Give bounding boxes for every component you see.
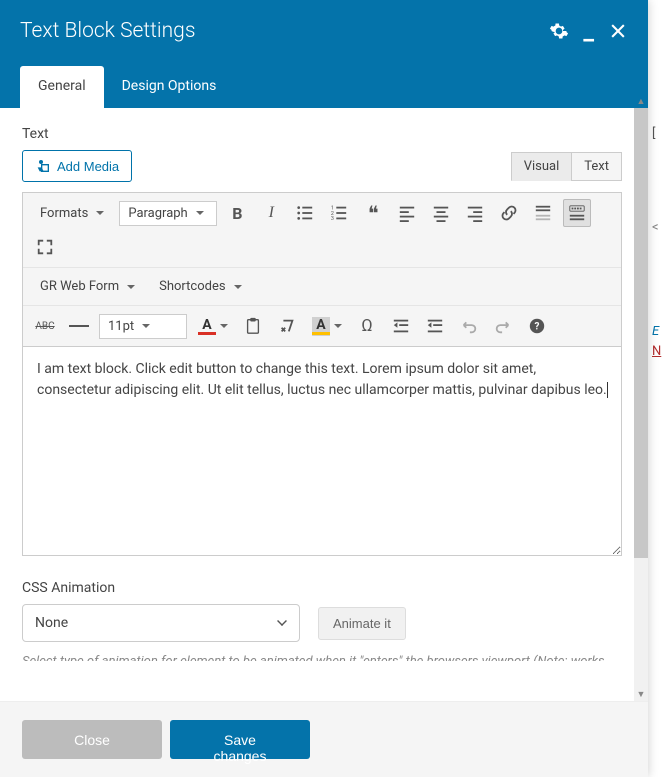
modal-header: Text Block Settings _	[0, 0, 648, 62]
link-button[interactable]	[495, 199, 523, 227]
indent-button[interactable]	[421, 312, 449, 340]
redo-button[interactable]	[489, 312, 517, 340]
add-media-button[interactable]: Add Media	[22, 150, 132, 182]
paragraph-dropdown[interactable]: Paragraph	[119, 201, 217, 226]
align-left-button[interactable]	[393, 199, 421, 227]
webform-dropdown[interactable]: GR Web Form	[31, 274, 144, 299]
shortcodes-dropdown[interactable]: Shortcodes	[150, 274, 250, 299]
fontsize-dropdown[interactable]: 11pt	[99, 314, 187, 339]
fullscreen-button[interactable]	[31, 233, 59, 261]
text-label: Text	[22, 126, 622, 142]
align-center-button[interactable]	[427, 199, 455, 227]
tab-general[interactable]: General	[20, 66, 104, 108]
special-char-button[interactable]: Ω	[353, 312, 381, 340]
formats-dropdown[interactable]: Formats	[31, 201, 113, 226]
editor-tab-visual[interactable]: Visual	[511, 152, 572, 181]
settings-modal: Text Block Settings _ General Design Opt…	[0, 0, 648, 777]
editor-mode-tabs: Visual Text	[511, 152, 622, 181]
undo-button[interactable]	[455, 312, 483, 340]
ordered-list-button[interactable]: 123	[325, 199, 353, 227]
bold-button[interactable]: B	[223, 199, 251, 227]
bullet-list-button[interactable]	[291, 199, 319, 227]
text-color-button[interactable]: A	[193, 312, 233, 340]
gear-icon[interactable]	[549, 21, 569, 41]
animate-it-button[interactable]: Animate it	[318, 607, 406, 640]
editor-tab-text[interactable]: Text	[571, 152, 622, 181]
clear-format-button[interactable]	[273, 312, 301, 340]
editor-toolbar: Formats Paragraph B I 123 ❝ GR Web Form …	[22, 192, 622, 346]
help-button[interactable]: ?	[523, 312, 551, 340]
save-button[interactable]: Save changes	[170, 720, 310, 759]
editor-content-area[interactable]: I am text block. Click edit button to ch…	[22, 346, 622, 556]
media-icon	[35, 158, 51, 174]
modal-title: Text Block Settings	[20, 19, 549, 43]
tab-design-options[interactable]: Design Options	[104, 66, 235, 108]
outdent-button[interactable]	[387, 312, 415, 340]
svg-text:?: ?	[535, 322, 540, 333]
css-animation-help: Select type of animation for element to …	[22, 652, 622, 661]
svg-text:3: 3	[331, 216, 334, 222]
strikethrough-button[interactable]: ABC	[31, 312, 59, 340]
css-animation-label: CSS Animation	[22, 580, 622, 596]
toolbar-toggle-button[interactable]	[563, 199, 591, 227]
chevron-down-icon	[277, 616, 287, 626]
paste-button[interactable]	[239, 312, 267, 340]
italic-button[interactable]: I	[257, 199, 285, 227]
css-animation-select[interactable]: None	[22, 604, 300, 642]
hr-button[interactable]	[65, 312, 93, 340]
align-right-button[interactable]	[461, 199, 489, 227]
close-icon[interactable]	[608, 21, 628, 41]
close-button[interactable]: Close	[22, 720, 162, 759]
tab-bar: General Design Options	[0, 62, 648, 108]
modal-footer: Close Save changes	[0, 701, 648, 777]
insert-more-button[interactable]	[529, 199, 557, 227]
bg-color-button[interactable]: A	[307, 312, 347, 340]
blockquote-button[interactable]: ❝	[359, 199, 387, 227]
minimize-icon[interactable]: _	[583, 25, 594, 37]
modal-content: Text Add Media Visual Text Formats Parag…	[0, 108, 644, 661]
content-scrollbar[interactable]: ▲ ▼	[634, 108, 648, 701]
